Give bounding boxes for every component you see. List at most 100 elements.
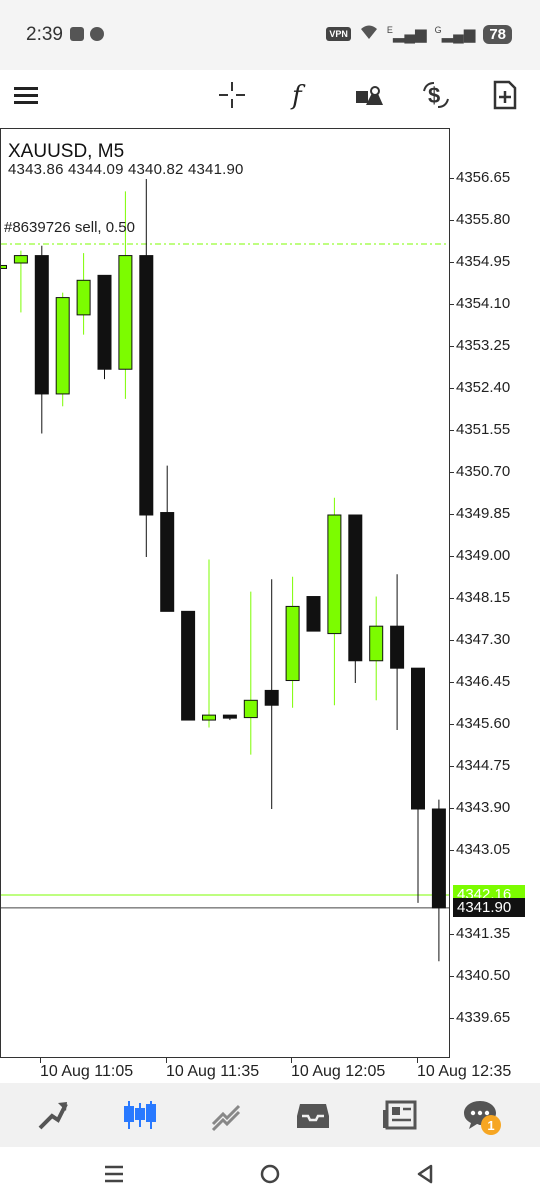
price-tick-mark xyxy=(450,724,454,725)
candle-body xyxy=(327,514,342,635)
candle xyxy=(431,799,446,962)
bid-price-tag: 4341.90 xyxy=(453,897,525,917)
indicators-icon[interactable]: f xyxy=(280,75,320,115)
candle-body xyxy=(431,808,446,909)
candle xyxy=(181,610,196,721)
back-icon[interactable] xyxy=(405,1159,445,1189)
price-tick-mark xyxy=(450,976,454,977)
candle-body xyxy=(139,255,154,516)
candle-body xyxy=(369,625,384,662)
price-tick-label: 4353.25 xyxy=(456,337,511,354)
time-tick-mark xyxy=(417,1058,418,1063)
candle xyxy=(55,292,70,407)
candle-body xyxy=(285,605,300,682)
time-tick-mark xyxy=(291,1058,292,1063)
candle xyxy=(369,596,384,701)
candle xyxy=(139,179,154,557)
candles-plot xyxy=(1,179,449,962)
signal-icon-1: E▂▄▆ xyxy=(386,25,427,43)
price-tick-label: 4344.75 xyxy=(456,757,511,774)
candle xyxy=(13,250,28,313)
candle xyxy=(327,497,342,706)
candle-body xyxy=(348,514,363,662)
candle-body xyxy=(306,596,321,632)
time-tick-label: 10 Aug 12:35 xyxy=(417,1063,512,1080)
new-order-icon[interactable] xyxy=(485,75,525,115)
price-tick-label: 4346.45 xyxy=(456,673,511,690)
price-tick-mark xyxy=(450,514,454,515)
price-tick-label: 4348.15 xyxy=(456,589,511,606)
candle-body xyxy=(1,264,7,269)
price-tick-label: 4354.10 xyxy=(456,295,511,312)
candle-body xyxy=(202,714,216,721)
time-tick-label: 10 Aug 11:35 xyxy=(166,1063,260,1080)
svg-text:$: $ xyxy=(428,83,440,108)
chart-frame[interactable]: XAUUSD, M5 4343.86 4344.09 4340.82 4341.… xyxy=(0,128,450,1058)
price-tick-mark xyxy=(450,850,454,851)
candle-body xyxy=(411,667,425,810)
candle-body xyxy=(34,255,49,395)
news-icon[interactable] xyxy=(375,1093,425,1137)
menu-icon[interactable] xyxy=(6,75,46,115)
candle xyxy=(160,465,175,612)
battery-indicator: 78 xyxy=(483,24,512,44)
price-tick-mark xyxy=(450,766,454,767)
candle-body xyxy=(160,512,175,612)
candle xyxy=(390,574,405,730)
ohlc-values: 4343.86 4344.09 4340.82 4341.90 xyxy=(8,161,244,178)
candle xyxy=(76,253,91,335)
price-tick-mark xyxy=(450,556,454,557)
candle xyxy=(348,514,363,683)
candle xyxy=(285,576,300,708)
symbol-title: XAUUSD, M5 xyxy=(8,141,125,162)
price-tick-label: 4351.55 xyxy=(456,421,511,438)
candle xyxy=(264,579,279,809)
candle xyxy=(34,245,49,434)
price-tick-label: 4347.30 xyxy=(456,631,511,648)
candle xyxy=(1,264,7,269)
price-tick-mark xyxy=(450,304,454,305)
candle-body xyxy=(13,255,28,264)
price-tick-mark xyxy=(450,1018,454,1019)
trade-icon[interactable] xyxy=(201,1093,251,1137)
price-tick-label: 4343.05 xyxy=(456,841,511,858)
order-line-label[interactable]: #8639726 sell, 0.50 xyxy=(4,219,135,236)
chart-area[interactable]: XAUUSD, M5 4343.86 4344.09 4340.82 4341.… xyxy=(0,128,540,1083)
symbol-switch-icon[interactable]: $ xyxy=(416,75,456,115)
facebook-icon xyxy=(90,27,104,41)
candle xyxy=(97,274,112,380)
candle-body xyxy=(97,274,112,370)
wifi-icon xyxy=(359,24,379,44)
svg-text:f: f xyxy=(290,81,306,110)
system-navigation xyxy=(0,1147,540,1200)
quotes-icon[interactable] xyxy=(28,1093,78,1137)
price-tick-mark xyxy=(450,262,454,263)
time-tick-label: 10 Aug 11:05 xyxy=(40,1063,134,1080)
price-tick-mark xyxy=(450,430,454,431)
chart-toolbar: f $ xyxy=(0,70,540,120)
candle-body xyxy=(76,279,91,316)
candle-body xyxy=(222,714,237,719)
time-tick-mark xyxy=(40,1058,41,1063)
candle xyxy=(243,591,258,755)
signal-icon-2: G▂▄▆ xyxy=(434,25,476,43)
candle-body xyxy=(55,297,70,395)
recent-apps-icon[interactable] xyxy=(94,1159,134,1189)
objects-icon[interactable] xyxy=(349,75,389,115)
time-tick-mark xyxy=(166,1058,167,1063)
time-tick-label: 10 Aug 12:05 xyxy=(291,1063,386,1080)
candle-body xyxy=(118,255,133,370)
crosshair-icon[interactable] xyxy=(212,75,252,115)
chat-icon[interactable]: 1 xyxy=(455,1093,505,1137)
chart-candles-icon[interactable] xyxy=(115,1093,165,1137)
status-time: 2:39 xyxy=(26,24,63,45)
price-tick-label: 4349.00 xyxy=(456,547,511,564)
price-tick-label: 4354.95 xyxy=(456,253,511,270)
candle xyxy=(306,596,321,632)
notification-icon xyxy=(70,27,84,41)
candle xyxy=(411,667,425,903)
home-icon[interactable] xyxy=(250,1159,290,1189)
price-tick-mark xyxy=(450,640,454,641)
bottom-navigation: 1 xyxy=(0,1083,540,1147)
history-inbox-icon[interactable] xyxy=(288,1093,338,1137)
